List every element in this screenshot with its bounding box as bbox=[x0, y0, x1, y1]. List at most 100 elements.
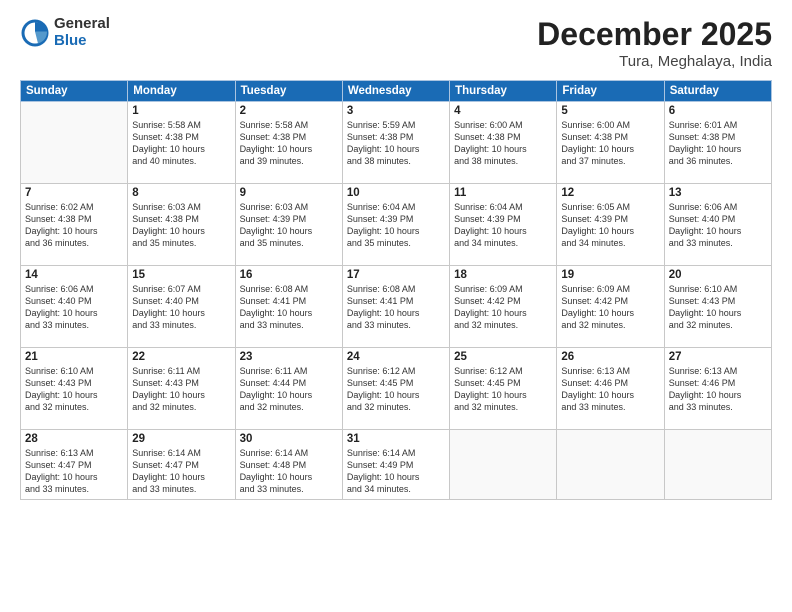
table-row: 31 Sunrise: 6:14 AM Sunset: 4:49 PM Dayli… bbox=[342, 430, 449, 500]
table-row: 24Sunrise: 6:12 AM Sunset: 4:45 PM Dayli… bbox=[342, 348, 449, 430]
cell-info: Sunrise: 6:07 AM Sunset: 4:40 PM Dayligh… bbox=[132, 283, 230, 332]
cell-info: Sunrise: 6:04 AM Sunset: 4:39 PM Dayligh… bbox=[454, 201, 552, 250]
day-number: 18 bbox=[454, 269, 552, 281]
cell-info: Sunrise: 6:08 AM Sunset: 4:41 PM Dayligh… bbox=[240, 283, 338, 332]
cell-info: Sunrise: 6:00 AM Sunset: 4:38 PM Dayligh… bbox=[454, 119, 552, 168]
table-row: 6 Sunrise: 6:01 AM Sunset: 4:38 PM Daylig… bbox=[664, 102, 771, 184]
table-row: 7 Sunrise: 6:02 AM Sunset: 4:38 PM Daylig… bbox=[21, 184, 128, 266]
table-row: 27 Sunrise: 6:13 AM Sunset: 4:46 PM Dayli… bbox=[664, 348, 771, 430]
logo-blue: Blue bbox=[54, 33, 110, 50]
day-number: 8 bbox=[132, 187, 230, 199]
col-friday: Friday bbox=[557, 81, 664, 102]
col-wednesday: Wednesday bbox=[342, 81, 449, 102]
col-sunday: Sunday bbox=[21, 81, 128, 102]
cell-info: Sunrise: 6:14 AM Sunset: 4:47 PM Dayligh… bbox=[132, 447, 230, 496]
cell-info: Sunrise: 6:09 AM Sunset: 4:42 PM Dayligh… bbox=[454, 283, 552, 332]
table-row: 14 Sunrise: 6:06 AM Sunset: 4:40 PM Dayli… bbox=[21, 266, 128, 348]
cell-info: Sunrise: 6:13 AM Sunset: 4:46 PM Dayligh… bbox=[669, 365, 767, 414]
table-row: 29 Sunrise: 6:14 AM Sunset: 4:47 PM Dayli… bbox=[128, 430, 235, 500]
cell-info: Sunrise: 6:13 AM Sunset: 4:46 PM Dayligh… bbox=[561, 365, 659, 414]
cell-info: Sunrise: 5:58 AM Sunset: 4:38 PM Dayligh… bbox=[240, 119, 338, 168]
col-monday: Monday bbox=[128, 81, 235, 102]
day-number: 20 bbox=[669, 269, 767, 281]
cell-info: Sunrise: 6:03 AM Sunset: 4:39 PM Dayligh… bbox=[240, 201, 338, 250]
table-row: 10Sunrise: 6:04 AM Sunset: 4:39 PM Dayli… bbox=[342, 184, 449, 266]
table-row: 21Sunrise: 6:10 AM Sunset: 4:43 PM Dayli… bbox=[21, 348, 128, 430]
table-row: 13 Sunrise: 6:06 AM Sunset: 4:40 PM Dayli… bbox=[664, 184, 771, 266]
day-number: 7 bbox=[25, 187, 123, 199]
table-row: 19 Sunrise: 6:09 AM Sunset: 4:42 PM Dayli… bbox=[557, 266, 664, 348]
cell-info: Sunrise: 5:59 AM Sunset: 4:38 PM Dayligh… bbox=[347, 119, 445, 168]
cell-info: Sunrise: 6:12 AM Sunset: 4:45 PM Dayligh… bbox=[454, 365, 552, 414]
day-number: 30 bbox=[240, 433, 338, 445]
cell-info: Sunrise: 6:03 AM Sunset: 4:38 PM Dayligh… bbox=[132, 201, 230, 250]
day-number: 17 bbox=[347, 269, 445, 281]
table-row: 22 Sunrise: 6:11 AM Sunset: 4:43 PM Dayli… bbox=[128, 348, 235, 430]
table-row bbox=[664, 430, 771, 500]
table-row: 16 Sunrise: 6:08 AM Sunset: 4:41 PM Dayli… bbox=[235, 266, 342, 348]
cell-info: Sunrise: 6:12 AM Sunset: 4:45 PM Dayligh… bbox=[347, 365, 445, 414]
cell-info: Sunrise: 6:06 AM Sunset: 4:40 PM Dayligh… bbox=[25, 283, 123, 332]
day-number: 27 bbox=[669, 351, 767, 363]
cell-info: Sunrise: 6:08 AM Sunset: 4:41 PM Dayligh… bbox=[347, 283, 445, 332]
table-row: 15 Sunrise: 6:07 AM Sunset: 4:40 PM Dayli… bbox=[128, 266, 235, 348]
table-row bbox=[557, 430, 664, 500]
table-row: 11 Sunrise: 6:04 AM Sunset: 4:39 PM Dayli… bbox=[450, 184, 557, 266]
table-row bbox=[450, 430, 557, 500]
table-row: 8 Sunrise: 6:03 AM Sunset: 4:38 PM Daylig… bbox=[128, 184, 235, 266]
cell-info: Sunrise: 6:11 AM Sunset: 4:43 PM Dayligh… bbox=[132, 365, 230, 414]
col-saturday: Saturday bbox=[664, 81, 771, 102]
day-number: 14 bbox=[25, 269, 123, 281]
header-row: Sunday Monday Tuesday Wednesday Thursday… bbox=[21, 81, 772, 102]
table-row: 4 Sunrise: 6:00 AM Sunset: 4:38 PM Daylig… bbox=[450, 102, 557, 184]
day-number: 15 bbox=[132, 269, 230, 281]
table-row: 30Sunrise: 6:14 AM Sunset: 4:48 PM Dayli… bbox=[235, 430, 342, 500]
logo: General Blue bbox=[20, 16, 110, 49]
cell-info: Sunrise: 6:14 AM Sunset: 4:49 PM Dayligh… bbox=[347, 447, 445, 496]
table-row: 18 Sunrise: 6:09 AM Sunset: 4:42 PM Dayli… bbox=[450, 266, 557, 348]
day-number: 22 bbox=[132, 351, 230, 363]
page: General Blue December 2025 Tura, Meghala… bbox=[0, 0, 792, 612]
day-number: 19 bbox=[561, 269, 659, 281]
day-number: 1 bbox=[132, 105, 230, 117]
cell-info: Sunrise: 6:02 AM Sunset: 4:38 PM Dayligh… bbox=[25, 201, 123, 250]
day-number: 4 bbox=[454, 105, 552, 117]
calendar-table: Sunday Monday Tuesday Wednesday Thursday… bbox=[20, 80, 772, 500]
col-thursday: Thursday bbox=[450, 81, 557, 102]
day-number: 9 bbox=[240, 187, 338, 199]
cell-info: Sunrise: 6:11 AM Sunset: 4:44 PM Dayligh… bbox=[240, 365, 338, 414]
table-row bbox=[21, 102, 128, 184]
table-row: 1 Sunrise: 5:58 AM Sunset: 4:38 PM Daylig… bbox=[128, 102, 235, 184]
month-title: December 2025 bbox=[537, 16, 772, 53]
table-row: 28Sunrise: 6:13 AM Sunset: 4:47 PM Dayli… bbox=[21, 430, 128, 500]
table-row: 17 Sunrise: 6:08 AM Sunset: 4:41 PM Dayli… bbox=[342, 266, 449, 348]
day-number: 28 bbox=[25, 433, 123, 445]
cell-info: Sunrise: 6:10 AM Sunset: 4:43 PM Dayligh… bbox=[669, 283, 767, 332]
cell-info: Sunrise: 6:00 AM Sunset: 4:38 PM Dayligh… bbox=[561, 119, 659, 168]
table-row: 12Sunrise: 6:05 AM Sunset: 4:39 PM Dayli… bbox=[557, 184, 664, 266]
day-number: 11 bbox=[454, 187, 552, 199]
table-row: 2 Sunrise: 5:58 AM Sunset: 4:38 PM Daylig… bbox=[235, 102, 342, 184]
table-row: 20 Sunrise: 6:10 AM Sunset: 4:43 PM Dayli… bbox=[664, 266, 771, 348]
day-number: 16 bbox=[240, 269, 338, 281]
table-row: 23Sunrise: 6:11 AM Sunset: 4:44 PM Dayli… bbox=[235, 348, 342, 430]
day-number: 31 bbox=[347, 433, 445, 445]
table-row: 26Sunrise: 6:13 AM Sunset: 4:46 PM Dayli… bbox=[557, 348, 664, 430]
day-number: 3 bbox=[347, 105, 445, 117]
cell-info: Sunrise: 6:09 AM Sunset: 4:42 PM Dayligh… bbox=[561, 283, 659, 332]
title-block: December 2025 Tura, Meghalaya, India bbox=[537, 16, 772, 70]
cell-info: Sunrise: 6:06 AM Sunset: 4:40 PM Dayligh… bbox=[669, 201, 767, 250]
table-row: 3 Sunrise: 5:59 AM Sunset: 4:38 PM Daylig… bbox=[342, 102, 449, 184]
cell-info: Sunrise: 5:58 AM Sunset: 4:38 PM Dayligh… bbox=[132, 119, 230, 168]
day-number: 29 bbox=[132, 433, 230, 445]
day-number: 2 bbox=[240, 105, 338, 117]
cell-info: Sunrise: 6:05 AM Sunset: 4:39 PM Dayligh… bbox=[561, 201, 659, 250]
table-row: 9 Sunrise: 6:03 AM Sunset: 4:39 PM Daylig… bbox=[235, 184, 342, 266]
col-tuesday: Tuesday bbox=[235, 81, 342, 102]
logo-icon bbox=[20, 18, 50, 48]
location-title: Tura, Meghalaya, India bbox=[537, 53, 772, 70]
day-number: 13 bbox=[669, 187, 767, 199]
cell-info: Sunrise: 6:01 AM Sunset: 4:38 PM Dayligh… bbox=[669, 119, 767, 168]
table-row: 5Sunrise: 6:00 AM Sunset: 4:38 PM Daylig… bbox=[557, 102, 664, 184]
day-number: 6 bbox=[669, 105, 767, 117]
